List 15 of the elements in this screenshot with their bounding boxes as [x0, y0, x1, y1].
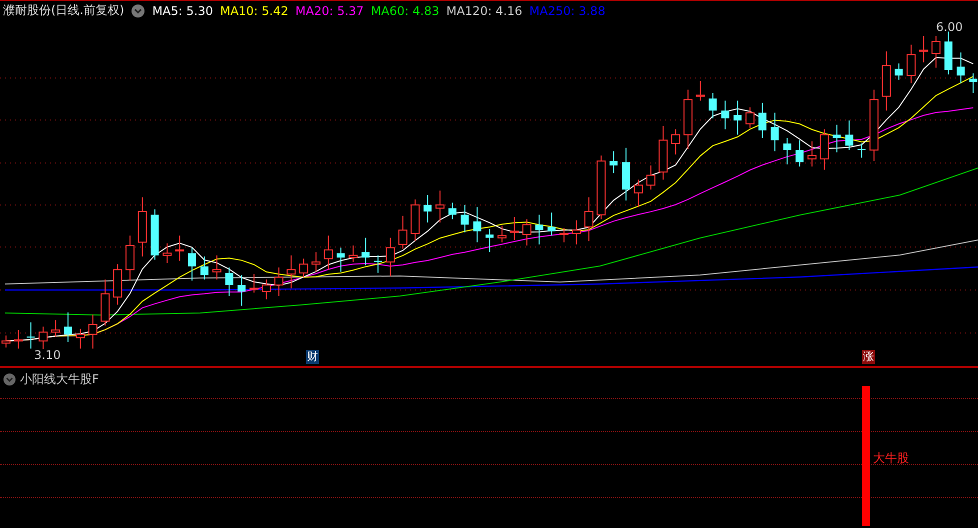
indicator-title: 小阳线大牛股F — [20, 371, 99, 388]
signal-label: 大牛股 — [873, 450, 909, 467]
low-price-label: 3.10 — [34, 349, 61, 362]
high-price-label: 6.00 — [936, 20, 963, 34]
dropdown-icon[interactable] — [131, 4, 146, 18]
event-marker[interactable]: 财 — [306, 350, 319, 364]
ma-indicator: MA250: 3.88 — [529, 4, 606, 18]
ma-indicator: MA5: 5.30 — [152, 4, 213, 18]
ma-indicator: MA60: 4.83 — [370, 4, 440, 18]
ma-indicator: MA120: 4.16 — [446, 4, 522, 18]
ma-indicator: MA10: 5.42 — [220, 4, 288, 18]
stock-title: 濮耐股份(日线.前复权) — [3, 2, 124, 19]
ma-indicator: MA20: 5.37 — [295, 4, 364, 18]
dropdown-icon[interactable] — [3, 373, 16, 386]
event-marker[interactable]: 涨 — [862, 350, 875, 364]
